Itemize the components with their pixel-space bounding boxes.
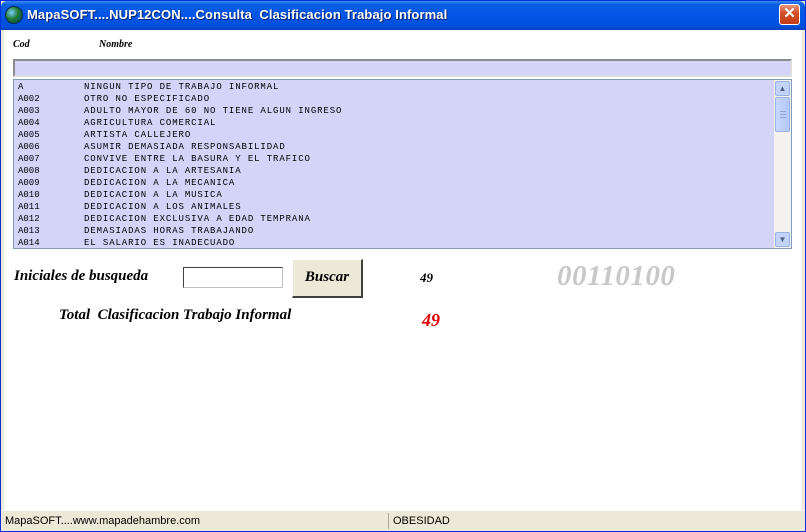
vertical-scrollbar[interactable]: ▲ ▼ [774,80,791,248]
list-item-nombre: CONVIVE ENTRE LA BASURA Y EL TRAFICO [84,154,311,164]
list-item-nombre: NINGUN TIPO DE TRABAJO INFORMAL [84,82,280,92]
scroll-thumb[interactable] [775,97,790,132]
result-count: 49 [420,270,433,285]
list-item[interactable]: A006 ASUMIR DEMASIADA RESPONSABILIDAD [14,141,774,153]
scroll-up-button[interactable]: ▲ [775,81,790,96]
list-item[interactable]: A014 EL SALARIO ES INADECUADO [14,237,774,248]
buscar-button[interactable]: Buscar [292,259,363,298]
list-item[interactable]: A011 DEDICACION A LOS ANIMALES [14,201,774,213]
list-item-nombre: OTRO NO ESPECIFICADO [84,94,211,104]
list-item-nombre: DEDICACION A LOS ANIMALES [84,202,242,212]
search-label: Iniciales de busqueda [14,268,149,284]
total-label: Total Clasificacion Trabajo Informal [59,307,292,323]
list-item-nombre: DEDICACION EXCLUSIVA A EDAD TEMPRANA [84,214,311,224]
list-item-cod: A003 [18,106,40,116]
column-header-nombre: Nombre [99,39,133,50]
list-item[interactable]: A007 CONVIVE ENTRE LA BASURA Y EL TRAFICO [14,153,774,165]
list-item-nombre: ADULTO MAYOR DE 60 NO TIENE ALGUN INGRES… [84,106,343,116]
client-area: Cod Nombre A NINGUN TIPO DE TRABAJO INFOR… [4,30,802,510]
list-item[interactable]: A002 OTRO NO ESPECIFICADO [14,93,774,105]
title-bar[interactable]: MapaSOFT....NUP12CON....Consulta Clasifi… [1,1,805,30]
column-header-cod: Cod [13,39,30,50]
list-item-cod: A009 [18,178,40,188]
list-item[interactable]: A010 DEDICACION A LA MUSICA [14,189,774,201]
list-item-nombre: DEDICACION A LA ARTESANIA [84,166,242,176]
scroll-down-button[interactable]: ▼ [775,232,790,247]
app-window: MapaSOFT....NUP12CON....Consulta Clasifi… [0,0,806,532]
status-right-text: OBESIDAD [393,515,450,527]
list-item[interactable]: A008 DEDICACION A LA ARTESANIA [14,165,774,177]
list-item-nombre: EL SALARIO ES INADECUADO [84,238,236,248]
total-value: 49 [422,310,440,330]
status-pane-right: OBESIDAD [392,513,800,529]
binary-code-display: 00110100 [557,260,676,292]
list-item[interactable]: A003 ADULTO MAYOR DE 60 NO TIENE ALGUN IN… [14,105,774,117]
list-item-cod: A004 [18,118,40,128]
grip-line [780,114,786,115]
list-item[interactable]: A005 ARTISTA CALLEJERO [14,129,774,141]
list-item[interactable]: A004 AGRICULTURA COMERCIAL [14,117,774,129]
list-item-cod: A012 [18,214,40,224]
arrow-up-icon: ▲ [778,84,787,93]
filter-input[interactable] [13,59,792,77]
list-item-cod: A008 [18,166,40,176]
grip-line [780,111,786,112]
list-item-cod: A011 [18,202,40,212]
list-item-cod: A014 [18,238,40,248]
status-bar: MapaSOFT....www.mapadehambre.com OBESIDA… [2,510,804,530]
list-item[interactable]: A012 DEDICACION EXCLUSIVA A EDAD TEMPRANA [14,213,774,225]
list-item-cod: A007 [18,154,40,164]
list-item-cod: A [18,82,24,92]
list-item[interactable]: A NINGUN TIPO DE TRABAJO INFORMAL [14,81,774,93]
grip-line [780,117,786,118]
list-item-cod: A006 [18,142,40,152]
list-item-nombre: DEMASIADAS HORAS TRABAJANDO [84,226,255,236]
arrow-down-icon: ▼ [778,235,787,244]
list-item[interactable]: A013 DEMASIADAS HORAS TRABAJANDO [14,225,774,237]
list-item-cod: A010 [18,190,40,200]
list-item-nombre: ARTISTA CALLEJERO [84,130,192,140]
globe-icon[interactable] [5,6,23,24]
list-item-cod: A002 [18,94,40,104]
status-pane-left: MapaSOFT....www.mapadehambre.com [4,513,389,529]
list-item[interactable]: A009 DEDICACION A LA MECANICA [14,177,774,189]
window-title: MapaSOFT....NUP12CON....Consulta Clasifi… [27,7,448,22]
list-item-nombre: DEDICACION A LA MECANICA [84,178,236,188]
search-input[interactable] [183,267,283,288]
list-item-cod: A013 [18,226,40,236]
clasificacion-list[interactable]: A NINGUN TIPO DE TRABAJO INFORMAL A002 OTRO… [13,79,792,249]
status-left-text: MapaSOFT....www.mapadehambre.com [5,515,201,527]
list-item-nombre: AGRICULTURA COMERCIAL [84,118,217,128]
list-item-nombre: ASUMIR DEMASIADA RESPONSABILIDAD [84,142,286,152]
close-button[interactable]: ✕ [779,4,800,25]
list-item-nombre: DEDICACION A LA MUSICA [84,190,223,200]
list-item-cod: A005 [18,130,40,140]
